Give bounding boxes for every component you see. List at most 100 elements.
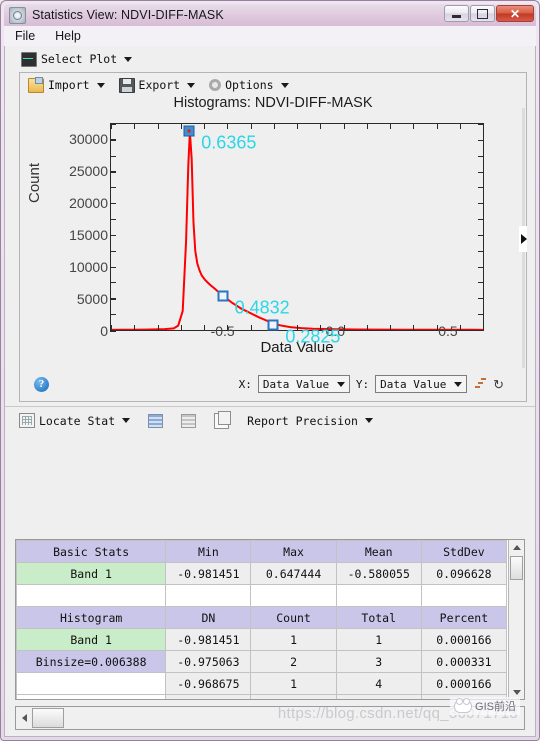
grid-vertical-scrollbar[interactable] [508,540,524,699]
minimize-button[interactable] [444,5,469,22]
table-header-row[interactable]: Histogram DN Count Total Percent [16,606,508,629]
menu-item-help[interactable]: Help [52,28,84,44]
scroll-up-icon[interactable] [509,540,524,554]
table-cell[interactable]: 1 [250,672,337,695]
chart-marker[interactable] [267,319,279,331]
hscroll-thumb[interactable] [32,708,64,728]
table-cell[interactable]: 0.096628 [420,562,508,585]
y-tick-mark [110,235,116,236]
x-axis-select-value: Data Value [262,377,330,391]
table-view-icon[interactable] [181,413,197,428]
table-cell[interactable]: -0.962288 [165,694,252,699]
table-cell[interactable]: -0.981451 [165,628,252,651]
axis-minor-tick [320,124,322,129]
table-cell[interactable]: DN [165,606,252,629]
panel-splitter[interactable] [519,108,527,368]
import-button[interactable]: Import [28,76,105,93]
axis-minor-tick [204,325,205,330]
export-button[interactable]: Export [118,77,196,93]
table-cell[interactable]: Basic Stats [16,540,167,563]
plot-box[interactable] [110,123,484,331]
chart-title: Histograms: NDVI-DIFF-MASK [173,95,373,111]
table-cell[interactable]: 0.000166 [420,672,508,695]
table-cell[interactable] [16,584,167,607]
table-cell[interactable]: 7 [335,694,422,699]
axis-minor-tick [134,124,136,129]
axis-minor-tick [478,314,483,316]
table-cell[interactable]: StdDev [420,540,508,563]
chart-marker[interactable] [217,290,229,302]
maximize-button[interactable] [470,5,495,22]
report-precision-button[interactable]: Report Precision [247,414,373,428]
select-plot-button[interactable]: Select Plot [21,51,133,67]
axis-minor-tick [478,155,483,157]
axis-minor-tick [459,124,461,129]
table-cell[interactable]: 0.000331 [420,650,508,673]
table-row[interactable]: Binsize=0.006388 -0.975063 2 3 0.000331 [16,650,508,673]
table-header-row[interactable]: Basic Stats Min Max Mean StdDev [16,540,508,563]
y-axis-select-label: Y: [355,377,370,391]
axis-select-row: ? X: Data Value Y: Data Value ↻ [20,367,526,401]
table-cell[interactable] [165,584,252,607]
chevron-down-icon [364,418,373,423]
table-cell[interactable]: 0.000166 [420,628,508,651]
grid-scroll-thumb[interactable] [510,556,523,580]
table-cell[interactable]: 1 [250,628,337,651]
help-icon[interactable]: ? [34,376,49,392]
table-cell[interactable]: 1 [335,628,422,651]
x-axis-select[interactable]: Data Value [257,375,350,393]
stairs-icon[interactable] [473,377,488,391]
scroll-left-icon[interactable] [16,714,32,722]
grid-horizontal-scrollbar[interactable]: https://blog.csdn.net/qq_36071713 GIS前沿 [15,697,525,730]
select-plot-toolbar: Select Plot [5,46,535,72]
table-row[interactable]: Band 1 -0.981451 0.647444 -0.580055 0.096628 [16,562,508,585]
grid-view-icon[interactable] [148,413,164,428]
close-button[interactable]: ✕ [496,5,534,22]
table-cell[interactable]: 3 [250,694,337,699]
chart-marker[interactable] [183,125,195,137]
chevron-down-icon [96,82,105,88]
table-cell[interactable]: Max [250,540,337,563]
table-cell[interactable]: -0.975063 [165,650,252,673]
table-cell[interactable]: 4 [335,672,422,695]
table-cell[interactable]: Total [335,606,422,629]
table-cell[interactable]: Percent [420,606,508,629]
stats-grid[interactable]: Basic Stats Min Max Mean StdDev Band 1 -0.9814… [15,539,525,700]
y-axis-select[interactable]: Data Value [375,375,468,393]
table-cell[interactable] [335,584,422,607]
copy-icon[interactable] [214,410,232,429]
y-tick-mark [110,331,116,332]
axis-minor-tick [478,171,483,173]
table-cell[interactable] [16,694,167,699]
table-cell[interactable] [16,672,167,695]
locate-stat-button[interactable]: Locate Stat [19,413,131,428]
table-cell[interactable]: Mean [335,540,422,563]
options-button[interactable]: Options [209,78,289,92]
table-cell[interactable]: 2 [250,650,337,673]
table-cell[interactable] [420,584,508,607]
chart-area: Count 0 5000 10000 15000 20000 25000 30000 -0.… [20,111,526,357]
table-cell[interactable]: Band 1 [16,562,167,585]
table-cell[interactable]: -0.580055 [335,562,422,585]
menu-item-file[interactable]: File [12,28,38,44]
table-cell[interactable]: Binsize=0.006388 [16,650,167,673]
refresh-icon[interactable]: ↻ [493,378,504,391]
y-tick-mark [110,203,116,204]
table-row[interactable]: Band 1 -0.981451 1 1 0.000166 [16,628,508,651]
table-cell[interactable]: Histogram [16,606,167,629]
table-cell[interactable]: 3 [335,650,422,673]
table-spacer-row[interactable] [16,584,508,607]
table-cell[interactable]: -0.981451 [165,562,252,585]
y-tick-label: 15000 [69,227,108,243]
table-row[interactable]: -0.962288370.000497 [16,694,508,699]
table-cell[interactable] [250,584,337,607]
table-cell[interactable]: Min [165,540,252,563]
folder-open-icon [28,76,44,93]
table-cell[interactable]: -0.968675 [165,672,252,695]
axis-minor-tick [478,203,483,205]
axis-minor-tick [111,250,116,252]
table-cell[interactable]: Count [250,606,337,629]
table-cell[interactable]: 0.647444 [250,562,337,585]
table-row[interactable]: -0.968675 1 4 0.000166 [16,672,508,695]
table-cell[interactable]: Band 1 [16,628,167,651]
